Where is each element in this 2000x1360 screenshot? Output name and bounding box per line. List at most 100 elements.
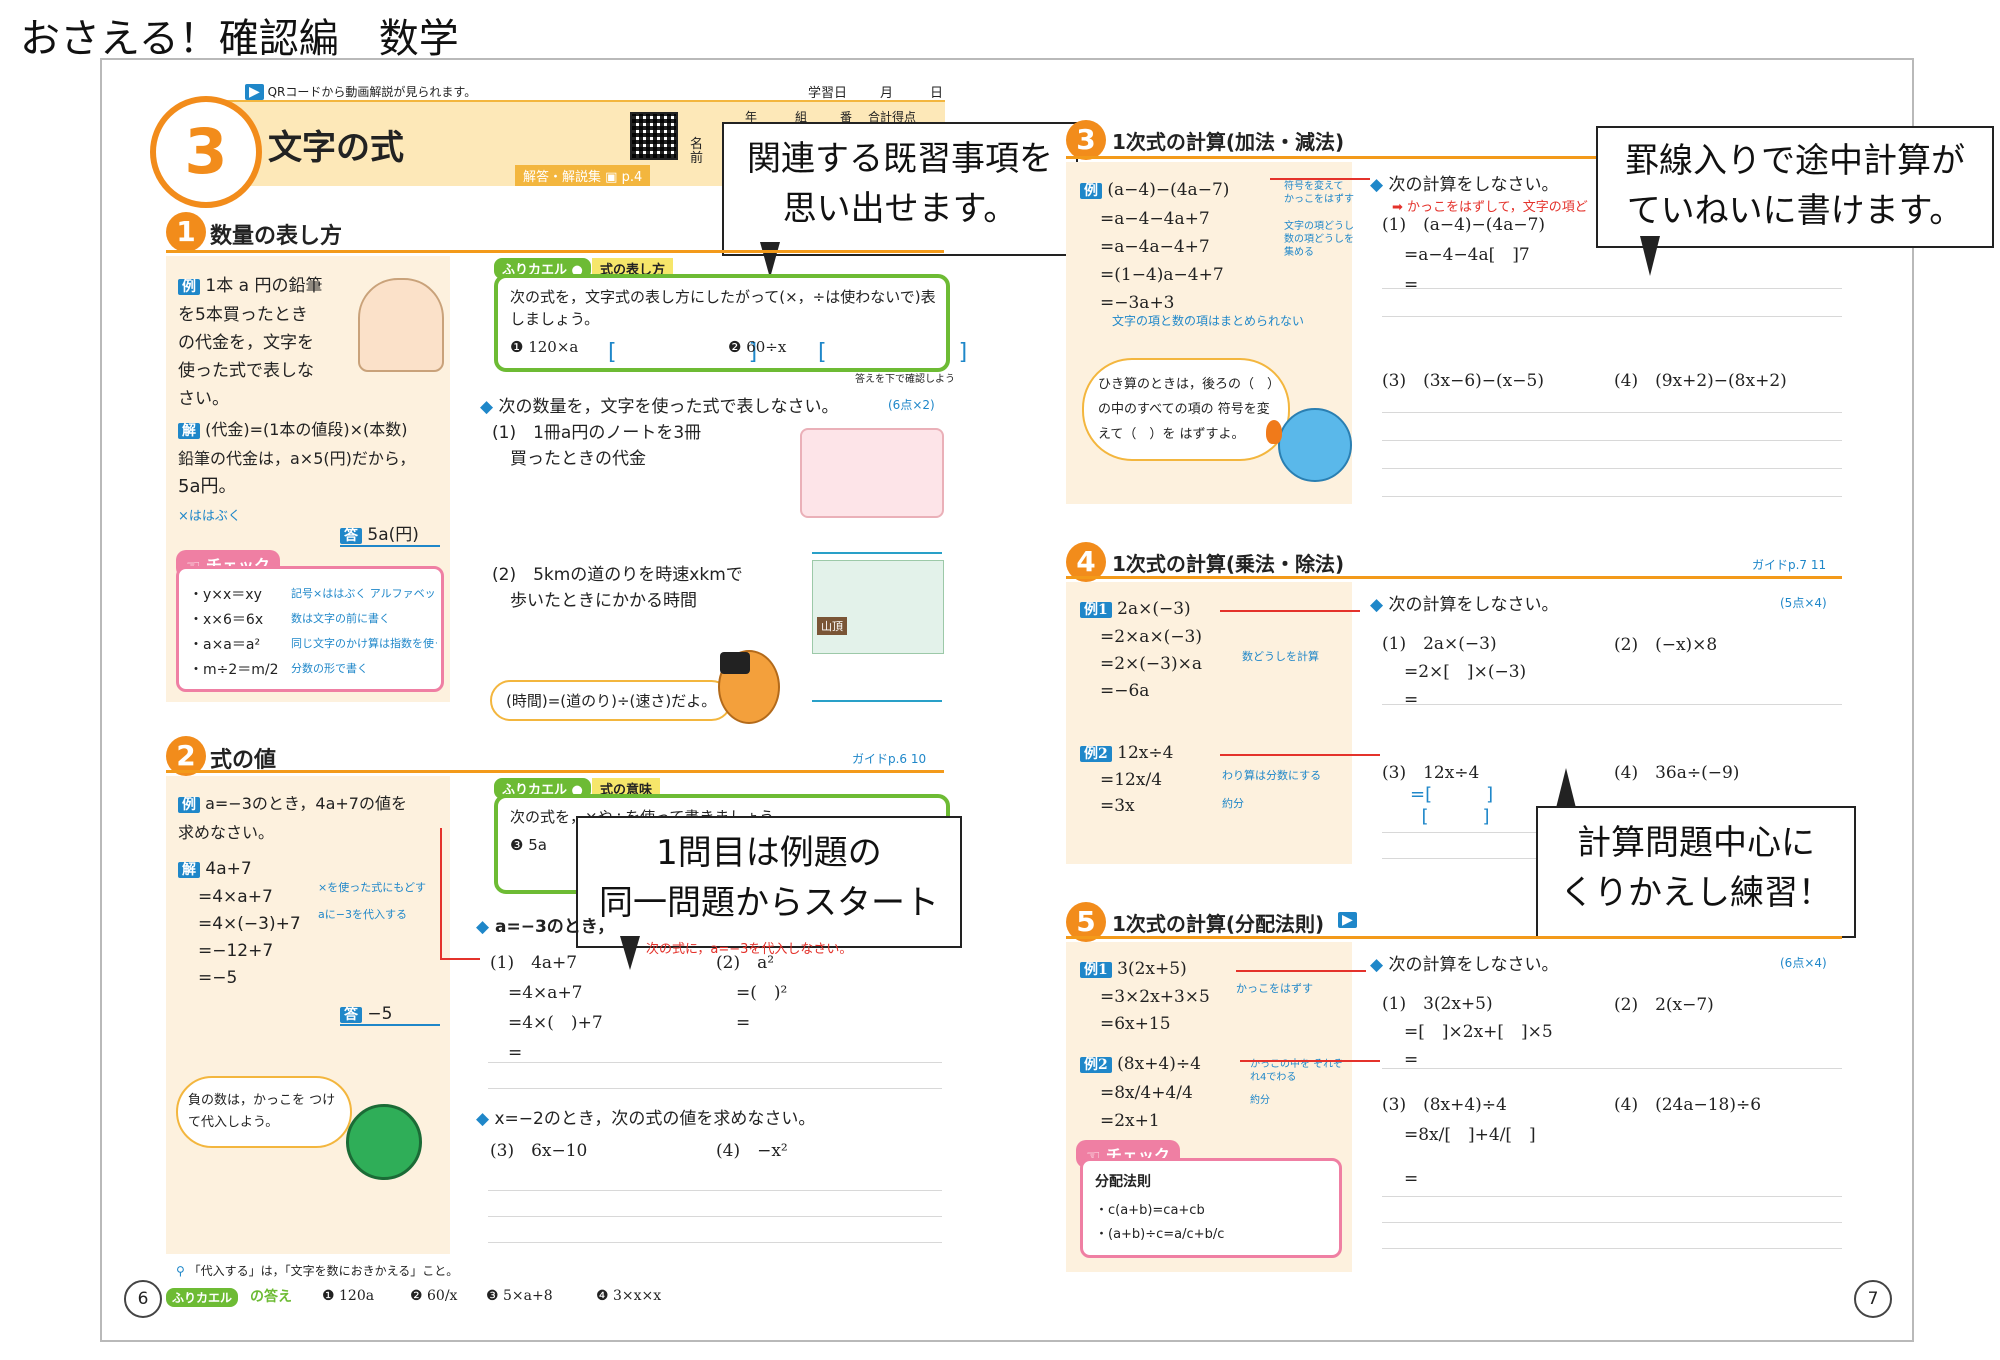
- sec5-points: (6点×4): [1780, 956, 1827, 970]
- sec2-q2-line3[interactable]: =: [716, 1008, 787, 1038]
- sec1-answer-value: 5a(円): [367, 525, 419, 545]
- sec3-number: 3: [1066, 120, 1106, 160]
- sec4-ex2-line2: =12x/4: [1100, 770, 1163, 790]
- link-line-sec4b: [1220, 754, 1380, 756]
- sec3-q1-line2[interactable]: =a−4−4a[ ]7: [1382, 240, 1545, 270]
- sec1-ex-line5: さい。: [178, 389, 229, 409]
- answer-line: [1382, 288, 1842, 289]
- qr-note: ▶ QRコードから動画解説が見られます。: [245, 83, 476, 100]
- video-icon[interactable]: ▶: [1338, 912, 1357, 928]
- solution-badge-2: 解: [178, 862, 200, 878]
- sec4-ex2-note-2: 約分: [1222, 797, 1244, 810]
- sec3-q4: (4) (9x+2)−(8x+2): [1614, 371, 1787, 391]
- sec1-check-rules: ・y×x＝xy ・x×6＝6x ・a×a＝a² ・m÷2＝m/2: [189, 583, 279, 683]
- check-rule-2: ・x×6＝6x: [189, 612, 264, 628]
- sec2-q2-line2[interactable]: =( )²: [716, 978, 787, 1008]
- sec4-example-2: 例2 12x÷4 =12x/4 =3x: [1080, 740, 1173, 819]
- answer-book-page: p.4: [621, 170, 643, 185]
- sec4-q2: (2) (−x)×8: [1614, 635, 1718, 655]
- sec2-q1-line2: =4×a+7: [508, 983, 583, 1003]
- sec4-q1-line2[interactable]: =2×[ ]×(−3): [1382, 658, 1526, 686]
- check-rule-3: ・a×a＝a²: [189, 637, 261, 653]
- callout-repeat-line1: 計算問題中心に: [1577, 823, 1815, 863]
- sec5-q3-line2[interactable]: =8x/[ ]+4/[ ]: [1382, 1120, 1536, 1150]
- answer-badge: 答: [340, 528, 362, 544]
- sec2-answer: 答 −5: [340, 1004, 440, 1026]
- example-badge-4a: 例1: [1080, 602, 1112, 618]
- sec1-sol-line2: 鉛筆の代金は，a×5(円)だから，: [178, 449, 416, 468]
- link-line-vertical: [440, 828, 442, 958]
- answer-book-link[interactable]: 解答・解説集 ▣ p.4: [515, 165, 651, 186]
- sec3-note-b: 文字の項どうし 数の項どうしを 集める: [1284, 221, 1354, 258]
- answer-line: [1382, 704, 1842, 705]
- sec1-sol-line1: (代金)=(1本の値段)×(本数): [205, 420, 408, 439]
- sec2-solution: 解 4a+7 =4×a+7 =4×(−3)+7 =−12+7 =−5: [178, 856, 301, 992]
- sec2-sol-line3: =4×(−3)+7: [198, 914, 301, 934]
- sec5-check-panel: 分配法則 ・c(a+b)=ca+cb ・(a+b)÷c=a/c+b/c: [1080, 1158, 1342, 1258]
- sec1-number: 1: [166, 212, 206, 252]
- sec2-sol-line4: =−12+7: [198, 941, 274, 961]
- sec2-note-2: aに−3を代入する: [318, 908, 407, 921]
- sec3-q1-line3[interactable]: =: [1382, 270, 1545, 300]
- answer-line: [488, 1190, 942, 1191]
- sec1-task-text: 次の数量を，文字を使った式で表しなさい。: [498, 397, 839, 417]
- sec2-footnote-text: 「代入する」は，「文字を数におきかえる」こと。: [188, 1264, 459, 1278]
- check-rule-4: ・m÷2＝m/2: [189, 662, 279, 678]
- flame-icon: [1266, 420, 1282, 444]
- diamond-icon-2: ◆: [476, 917, 490, 937]
- callout-repeat-pointer: [1556, 768, 1576, 808]
- sec1-q1: (1) 1冊a円のノートを3冊 買ったときの代金: [492, 420, 701, 472]
- sec4-q1-line3[interactable]: =: [1382, 686, 1526, 714]
- sec1-hint-bubble: (時間)=(道のり)÷(速さ)だよ。: [490, 680, 733, 721]
- chapter-title: 文字の式: [268, 128, 404, 168]
- sec3-example: 例 (a−4)−(4a−7) =a−4−4a+7 =a−4a−4+7 =(1−4…: [1080, 176, 1229, 317]
- q2-answer-line-top[interactable]: [812, 552, 942, 554]
- sec2-q1-line4[interactable]: =: [490, 1038, 603, 1068]
- sec3-ex-line4: =(1−4)a−4+7: [1100, 265, 1224, 285]
- q2-answer-line-bottom[interactable]: [812, 700, 942, 702]
- check-note-4: 分数の形で書く: [291, 662, 368, 675]
- sec2-guide-link[interactable]: ガイドp.6 10: [852, 750, 926, 767]
- sec3-ex-note: 文字の項と数の項はまとめられない: [1112, 314, 1305, 328]
- footer-answer-3: ❸ 5×a+8: [486, 1288, 553, 1304]
- sec2-answer-value: −5: [367, 1004, 393, 1024]
- sec1-q1-line2: 買ったときの代金: [510, 449, 646, 469]
- answer-line: [1382, 412, 1842, 413]
- sec4-guide-link[interactable]: ガイドp.7 11: [1752, 556, 1826, 573]
- sec2-q1-line3[interactable]: =4×( )+7: [490, 1008, 603, 1038]
- sec4-q4: (4) 36a÷(−9): [1614, 763, 1740, 783]
- sec5-q3-line3[interactable]: =: [1382, 1164, 1536, 1194]
- qr-code-icon[interactable]: [630, 112, 678, 160]
- sec2-q3: (3) 6x−10: [490, 1141, 588, 1161]
- girl-illustration: [358, 278, 444, 372]
- sec1-q2-line2: 歩いたときにかかる時間: [510, 591, 697, 611]
- sec5-check-title: 分配法則: [1095, 1174, 1151, 1190]
- callout-ruled-lines: 罫線入りで途中計算が ていねいに書けます。: [1596, 126, 1994, 248]
- furikaeru-item-2: ❷ 60÷x: [728, 338, 787, 356]
- sec4-points: (5点×4): [1780, 596, 1827, 610]
- sec3-note-a: 符号を変えて かっこをはずす: [1284, 181, 1354, 205]
- sec4-ex1-line1: 2a×(−3): [1117, 599, 1191, 619]
- sec4-q3-fraction-boxes[interactable]: =[ ] [ ]: [1410, 784, 1493, 828]
- link-line-sec3: [1270, 178, 1370, 180]
- sec5-check-rules: ・c(a+b)=ca+cb ・(a+b)÷c=a/c+b/c: [1095, 1199, 1224, 1247]
- answer-line: [1382, 1196, 1842, 1197]
- diamond-icon-4: ◆: [1370, 175, 1384, 195]
- sec2-rule: [166, 770, 944, 773]
- right-page-number: 7: [1854, 1280, 1892, 1318]
- sec5-q1-line3[interactable]: =: [1382, 1046, 1553, 1074]
- sec2-q2-line1: (2) a²: [716, 953, 775, 973]
- sec5-ex1-line2: =3×2x+3×5: [1100, 987, 1210, 1007]
- example-badge: 例: [178, 279, 200, 295]
- example-badge-5b: 例2: [1080, 1057, 1112, 1073]
- name-label: 名前: [690, 137, 704, 166]
- furikaeru-answer-box-2[interactable]: [ ]: [818, 334, 967, 366]
- link-line-horizontal: [440, 958, 480, 960]
- sec1-q2-line1: (2) 5kmの道のりを時速xkmで: [492, 565, 743, 585]
- sec1-title: 数量の表し方: [210, 224, 343, 249]
- sec4-task: ◆ 次の計算をしなさい。: [1370, 590, 1558, 615]
- sec2-note-1: ×を使った式にもどす: [318, 881, 426, 894]
- sec5-q1-line2[interactable]: =[ ]×2x+[ ]×5: [1382, 1018, 1553, 1046]
- link-line-sec5a: [1236, 970, 1366, 972]
- footer-answer-4: ❹ 3×x×x: [596, 1288, 662, 1304]
